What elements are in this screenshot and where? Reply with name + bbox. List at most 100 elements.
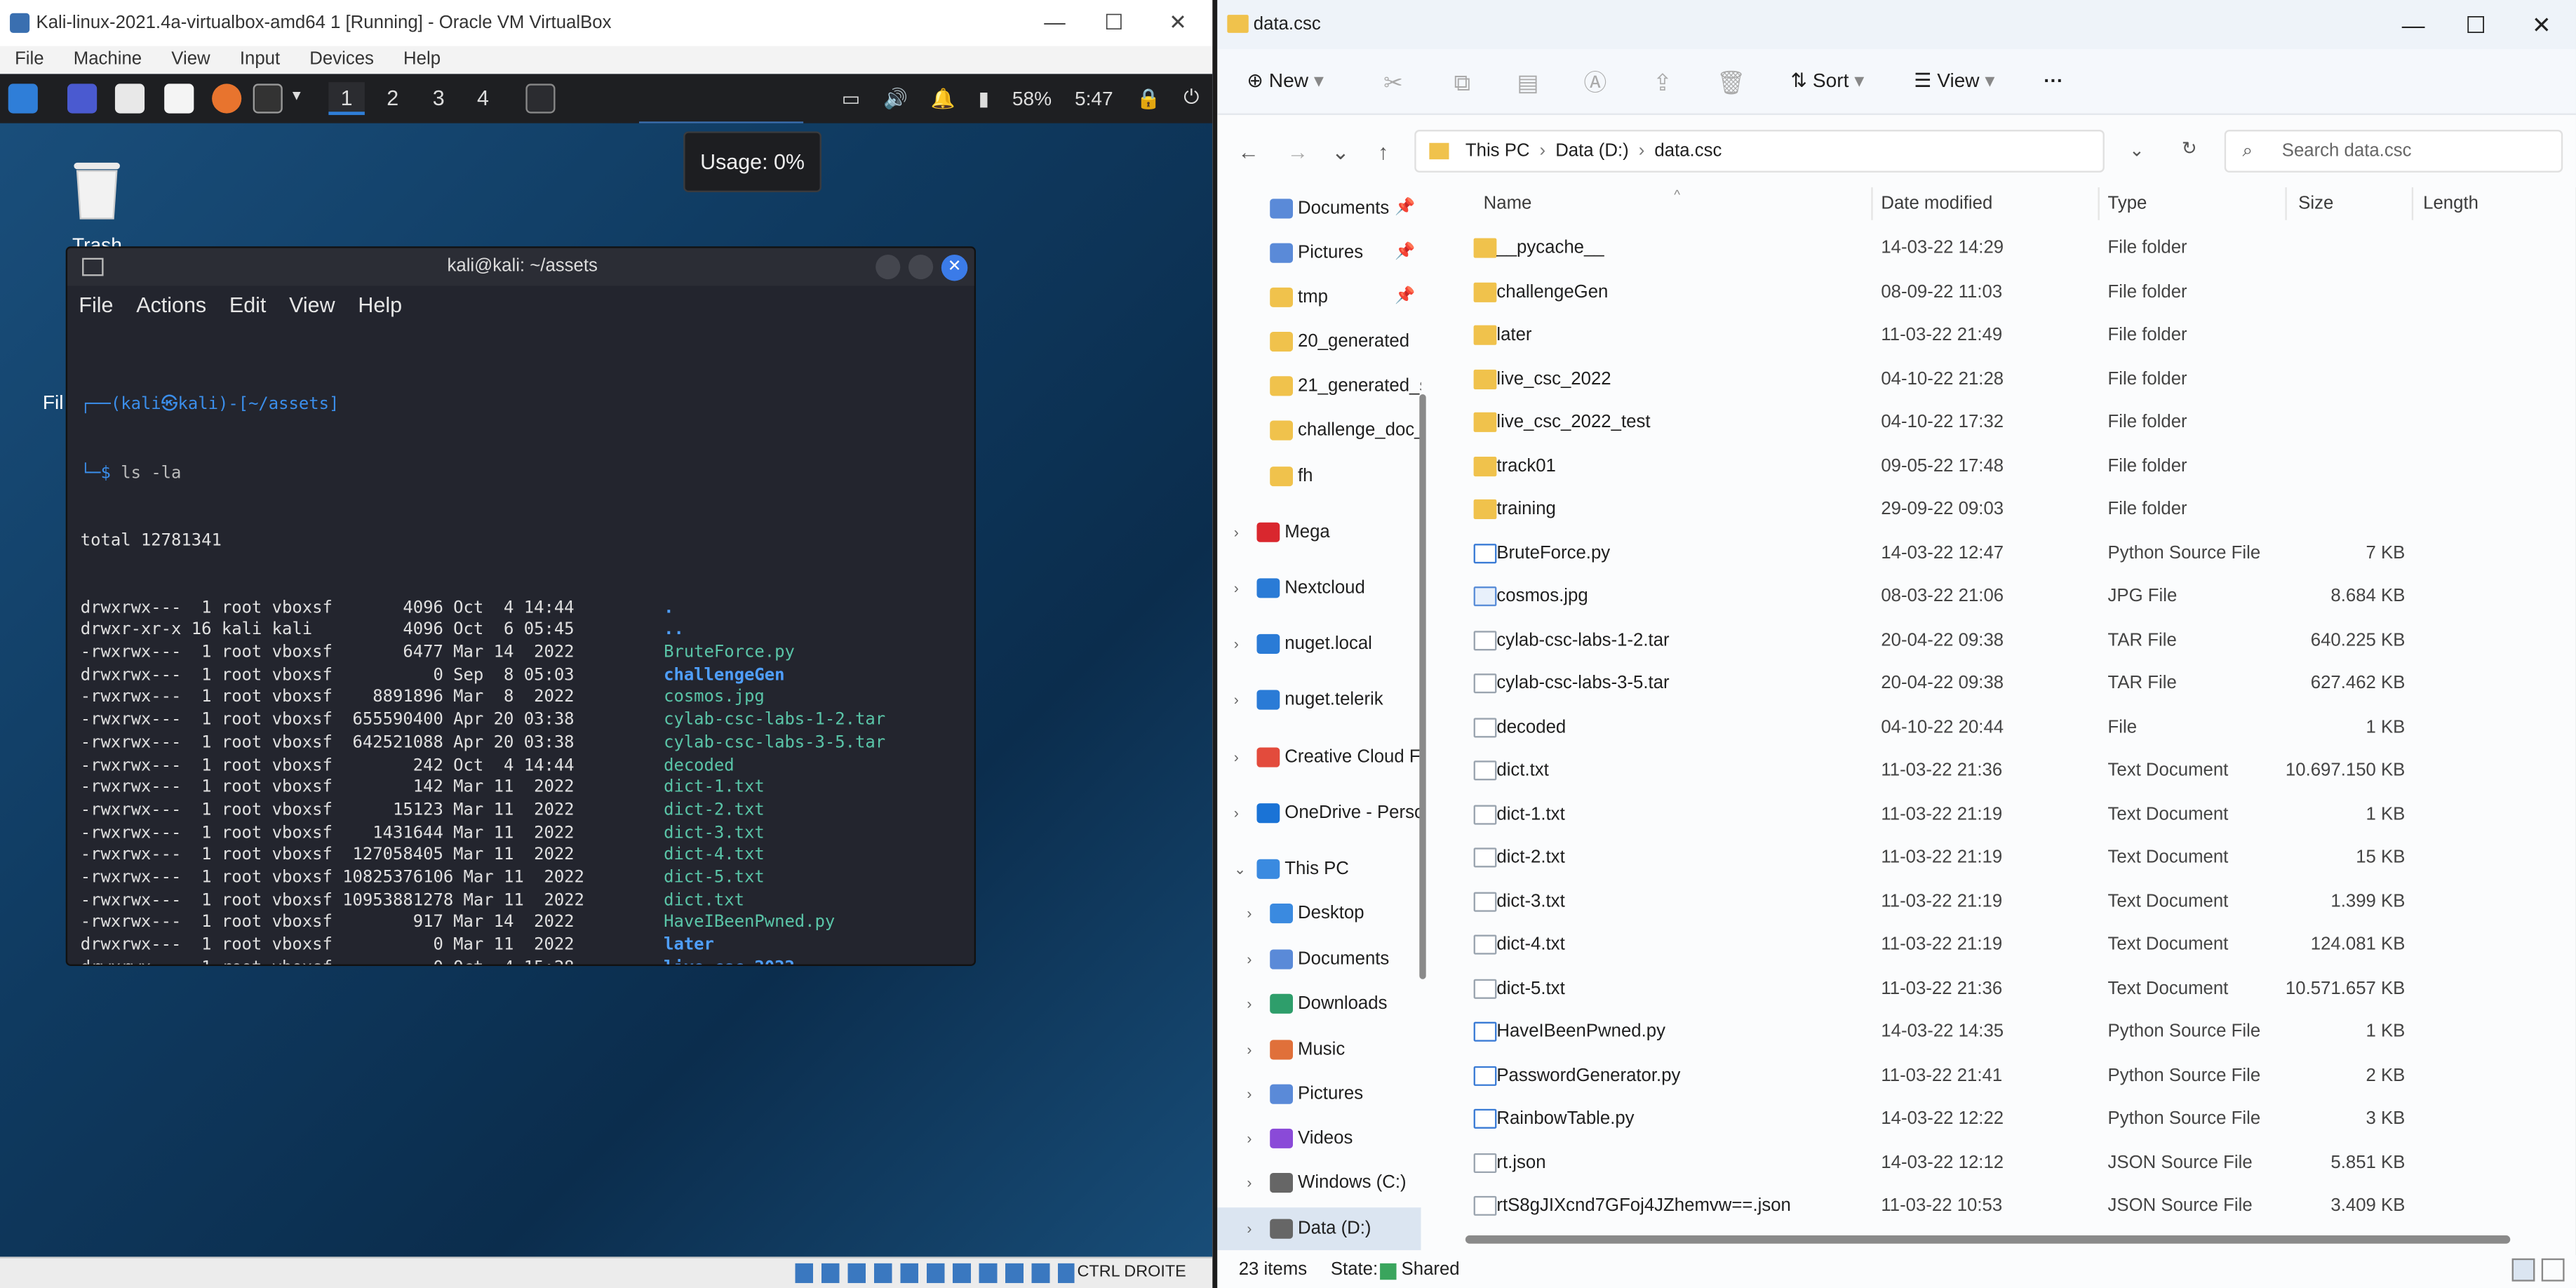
- terminal-menu-help[interactable]: Help: [347, 288, 413, 324]
- breadcrumb-data-csc[interactable]: data.csc: [1654, 141, 1722, 161]
- forward-button[interactable]: →: [1283, 140, 1313, 166]
- file-row[interactable]: cylab-csc-labs-3-5.tar 20-04-22 09:38 TAR …: [1437, 662, 2576, 705]
- file-row[interactable]: later 11-03-22 21:49 File folder: [1437, 314, 2576, 356]
- maximize-button[interactable]: ☐: [1097, 10, 1130, 36]
- workspace-2[interactable]: 2: [375, 82, 411, 115]
- column-name[interactable]: Name: [1484, 194, 1532, 213]
- menu-file[interactable]: File: [0, 46, 59, 74]
- terminal-window[interactable]: kali@kali: ~/assets ✕ File Actions Edit …: [65, 246, 977, 966]
- close-button[interactable]: ✕: [1162, 10, 1195, 36]
- terminal-menu-view[interactable]: View: [278, 288, 347, 324]
- back-button[interactable]: ←: [1234, 140, 1263, 166]
- terminal-maximize-button[interactable]: [908, 254, 934, 280]
- nav-item-documents[interactable]: › Documents: [1217, 938, 1421, 981]
- terminal-menu-file[interactable]: File: [67, 288, 125, 324]
- nav-item-windows-c[interactable]: › Windows (C:): [1217, 1162, 1421, 1205]
- explorer-maximize-button[interactable]: ☐: [2456, 10, 2495, 39]
- file-row[interactable]: challengeGen 08-09-22 11:03 File folder: [1437, 270, 2576, 313]
- chevron-right-icon[interactable]: ›: [1234, 567, 1239, 610]
- up-button[interactable]: ↑: [1369, 140, 1398, 166]
- chevron-right-icon[interactable]: ›: [1234, 736, 1239, 779]
- explorer-minimize-button[interactable]: —: [2394, 10, 2433, 39]
- details-view-icon[interactable]: [2511, 1258, 2535, 1282]
- column-type[interactable]: Type: [2108, 194, 2147, 213]
- sort-button[interactable]: ⇅ Sort ▾: [1791, 69, 1865, 92]
- workspace-1[interactable]: 1: [328, 82, 365, 115]
- explorer-close-button[interactable]: ✕: [2522, 10, 2561, 39]
- view-button[interactable]: ☰ View ▾: [1914, 69, 1994, 92]
- chevron-down-icon[interactable]: ▾: [293, 87, 301, 105]
- chevron-right-icon[interactable]: ›: [1247, 938, 1252, 981]
- nav-scrollbar[interactable]: [1419, 394, 1426, 979]
- nav-item-pictures[interactable]: › Pictures: [1217, 1073, 1421, 1115]
- file-row[interactable]: rt.json 14-03-22 12:12 JSON Source File 5.8…: [1437, 1141, 2576, 1183]
- display-icon[interactable]: ▭: [842, 86, 861, 109]
- terminal-minimize-button[interactable]: [876, 254, 901, 280]
- file-row[interactable]: cosmos.jpg 08-03-22 21:06 JPG File 8.684 KB: [1437, 575, 2576, 618]
- menu-view[interactable]: View: [156, 46, 225, 74]
- file-row[interactable]: dict-1.txt 11-03-22 21:19 Text Document 1 K…: [1437, 793, 2576, 836]
- file-row[interactable]: dict-5.txt 11-03-22 21:36 Text Document 10.…: [1437, 967, 2576, 1009]
- file-row[interactable]: dict.txt 11-03-22 21:36 Text Document 10.69…: [1437, 749, 2576, 792]
- nav-item-this-pc[interactable]: ⌄ This PC: [1217, 847, 1421, 890]
- nav-item-creative-cloud-fi[interactable]: › Creative Cloud Fi: [1217, 736, 1421, 779]
- nav-item-tmp[interactable]: tmp 📌: [1217, 276, 1421, 318]
- horizontal-scrollbar[interactable]: [1465, 1235, 2511, 1244]
- chevron-right-icon[interactable]: ›: [1234, 792, 1239, 835]
- nav-item-data-d[interactable]: › Data (D:): [1217, 1207, 1421, 1251]
- chevron-down-icon[interactable]: ⌄: [1234, 847, 1247, 890]
- file-row[interactable]: RainbowTable.py 14-03-22 12:22 Python Sour…: [1437, 1097, 2576, 1140]
- file-row[interactable]: dict-3.txt 11-03-22 21:19 Text Document 1.3…: [1437, 880, 2576, 923]
- file-row[interactable]: training 29-09-22 09:03 File folder: [1437, 488, 2576, 531]
- rename-icon[interactable]: Ⓐ: [1582, 69, 1608, 95]
- menu-devices[interactable]: Devices: [295, 46, 389, 74]
- file-row[interactable]: cylab-csc-labs-1-2.tar 20-04-22 09:38 TAR …: [1437, 619, 2576, 662]
- chevron-right-icon[interactable]: ›: [1247, 1162, 1252, 1205]
- menu-help[interactable]: Help: [389, 46, 455, 74]
- file-row[interactable]: decoded 04-10-22 20:44 File 1 KB: [1437, 706, 2576, 749]
- cut-icon[interactable]: ✂: [1380, 69, 1406, 95]
- terminal-close-button[interactable]: ✕: [941, 254, 968, 281]
- tiles-view-icon[interactable]: [2541, 1258, 2565, 1282]
- chevron-right-icon[interactable]: ›: [1247, 1207, 1252, 1250]
- nav-item-challenge-doc[interactable]: challenge_doc_: [1217, 409, 1421, 452]
- file-row[interactable]: dict-4.txt 11-03-22 21:19 Text Document 124…: [1437, 923, 2576, 966]
- file-row[interactable]: __pycache__ 14-03-22 14:29 File folder: [1437, 227, 2576, 269]
- volume-icon[interactable]: 🔊: [883, 86, 908, 109]
- nav-item-videos[interactable]: › Videos: [1217, 1117, 1421, 1160]
- nav-item-onedrive-perso[interactable]: › OneDrive - Perso: [1217, 792, 1421, 835]
- chevron-down-icon[interactable]: ⌄: [2129, 140, 2145, 161]
- trash-icon[interactable]: [69, 156, 125, 222]
- breadcrumb-data-drive[interactable]: Data (D:): [1555, 141, 1629, 161]
- column-date[interactable]: Date modified: [1881, 194, 1992, 213]
- text-editor-icon[interactable]: [164, 83, 194, 114]
- column-length[interactable]: Length: [2423, 194, 2478, 213]
- nav-item-desktop[interactable]: › Desktop: [1217, 892, 1421, 935]
- workspace-icon[interactable]: [67, 83, 98, 114]
- file-row[interactable]: dict-2.txt 11-03-22 21:19 Text Document 15 …: [1437, 836, 2576, 879]
- workspace-4[interactable]: 4: [465, 82, 502, 115]
- recent-locations-button[interactable]: ⌄: [1326, 140, 1355, 166]
- file-row[interactable]: BruteForce.py 14-03-22 12:47 Python Source…: [1437, 532, 2576, 575]
- file-row[interactable]: PasswordGenerator.py 11-03-22 21:41 Python…: [1437, 1054, 2576, 1096]
- clock[interactable]: 5:47: [1075, 86, 1113, 109]
- file-row[interactable]: live_csc_2022_test 04-10-22 17:32 File fol…: [1437, 401, 2576, 443]
- battery-icon[interactable]: ▮: [979, 86, 989, 109]
- power-icon[interactable]: ⏻: [1183, 86, 1199, 110]
- column-size[interactable]: Size: [2298, 194, 2333, 213]
- file-row[interactable]: HaveIBeenPwned.py 14-03-22 14:35 Python So…: [1437, 1010, 2576, 1053]
- lock-icon[interactable]: 🔒: [1136, 86, 1160, 109]
- chevron-right-icon[interactable]: ›: [1234, 678, 1239, 721]
- delete-icon[interactable]: 🗑: [1717, 69, 1746, 95]
- file-row[interactable]: track01 09-05-22 17:48 File folder: [1437, 444, 2576, 487]
- nav-item-nuget-local[interactable]: › nuget.local: [1217, 623, 1421, 666]
- virtualbox-title-bar[interactable]: Kali-linux-2021.4a-virtualbox-amd64 1 [R…: [0, 0, 1213, 46]
- menu-input[interactable]: Input: [225, 46, 295, 74]
- vm-display[interactable]: ▾ 1 2 3 4 ▭ 🔊 🔔 ▮ 58% 5:47 🔒 ⏻ Usage: 0%…: [0, 74, 1213, 1257]
- address-bar[interactable]: This PC › Data (D:) › data.csc ⌄ ↻: [1414, 130, 2196, 173]
- nav-item-downloads[interactable]: › Downloads: [1217, 982, 1421, 1025]
- nav-item-21-generated-s[interactable]: 21_generated_s: [1217, 365, 1421, 408]
- chevron-right-icon[interactable]: ›: [1247, 1073, 1252, 1115]
- device-status-icons[interactable]: [795, 1263, 1075, 1283]
- more-options-button[interactable]: ···: [2044, 69, 2063, 92]
